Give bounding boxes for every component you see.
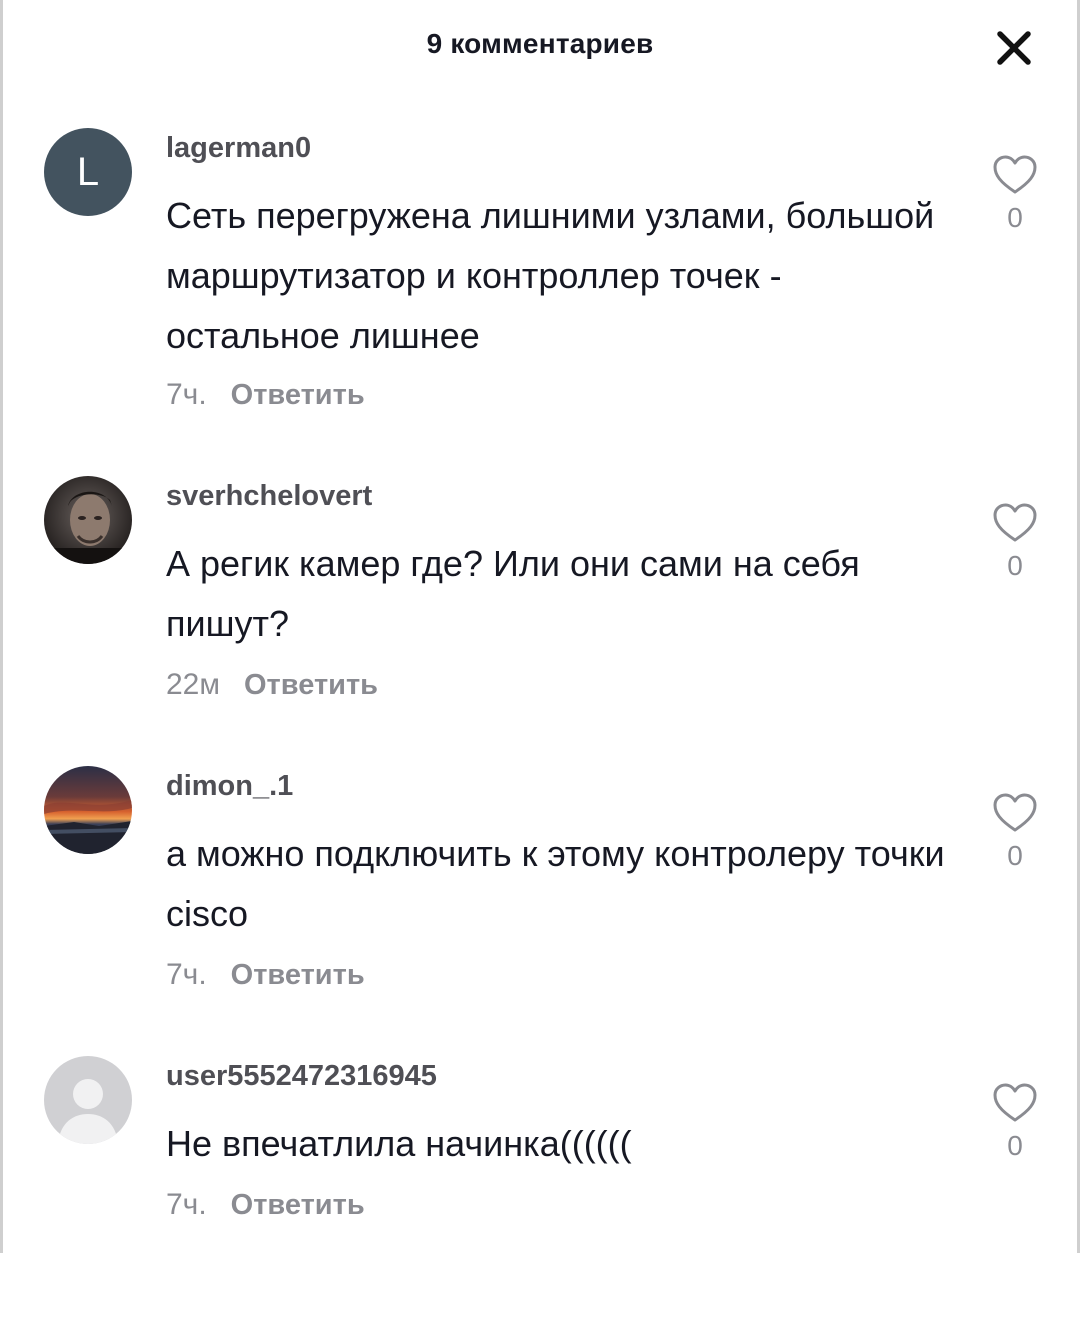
comment-time: 7ч.	[166, 1188, 207, 1221]
avatar[interactable]	[44, 1056, 132, 1144]
comments-count-title: 9 комментариев	[426, 28, 654, 59]
comment-meta: 7ч. Ответить	[166, 378, 365, 412]
avatar-photo	[44, 766, 132, 854]
comment-time: 7ч.	[166, 378, 207, 411]
comment-username[interactable]: dimon_.1	[166, 770, 293, 803]
comment-item: sverhchelovert А регик камер где? Или он…	[0, 476, 1080, 756]
comment-text: Не впечатлила начинка((((((	[166, 1123, 632, 1164]
heart-icon	[993, 155, 1037, 194]
heart-icon	[993, 503, 1037, 542]
like-button[interactable]: 0	[990, 502, 1040, 582]
like-button[interactable]: 0	[990, 1082, 1040, 1162]
comment-meta: 7ч. Ответить	[166, 958, 365, 992]
like-count: 0	[1007, 1130, 1023, 1161]
reply-button[interactable]: Ответить	[231, 959, 365, 992]
avatar-letter: L	[76, 150, 100, 194]
close-button[interactable]	[990, 24, 1038, 72]
heart-icon	[993, 793, 1037, 832]
comment-username[interactable]: lagerman0	[166, 132, 311, 165]
comment-item: user5552472316945 Не впечатлила начинка(…	[0, 1056, 1080, 1336]
avatar[interactable]	[44, 476, 132, 564]
comment-text: А регик камер где? Или они сами на себя …	[166, 543, 860, 644]
comment-text: а можно подключить к этому контролеру то…	[166, 833, 945, 934]
like-count: 0	[1007, 202, 1023, 233]
reply-button[interactable]: Ответить	[231, 379, 365, 412]
close-icon	[997, 31, 1031, 65]
comment-text: Сеть перегружена лишними узлами, большой…	[166, 195, 935, 356]
comment-time: 22м	[166, 668, 220, 701]
default-avatar-icon	[44, 1056, 132, 1144]
like-count: 0	[1007, 840, 1023, 871]
comments-header: 9 комментариев	[0, 0, 1080, 90]
avatar-photo	[44, 476, 132, 564]
reply-button[interactable]: Ответить	[231, 1189, 365, 1222]
comment-item: dimon_.1 а можно подключить к этому конт…	[0, 766, 1080, 1046]
comment-item: L lagerman0 Сеть перегружена лишними узл…	[0, 128, 1080, 411]
heart-icon	[993, 1083, 1037, 1122]
comment-time: 7ч.	[166, 958, 207, 991]
avatar[interactable]	[44, 766, 132, 854]
like-button[interactable]: 0	[990, 154, 1040, 234]
comment-username[interactable]: user5552472316945	[166, 1060, 437, 1093]
like-button[interactable]: 0	[990, 792, 1040, 872]
comment-meta: 7ч. Ответить	[166, 1188, 365, 1222]
avatar[interactable]: L	[44, 128, 132, 216]
reply-button[interactable]: Ответить	[244, 669, 378, 702]
like-count: 0	[1007, 550, 1023, 581]
comment-username[interactable]: sverhchelovert	[166, 480, 372, 513]
comment-meta: 22м Ответить	[166, 668, 378, 702]
